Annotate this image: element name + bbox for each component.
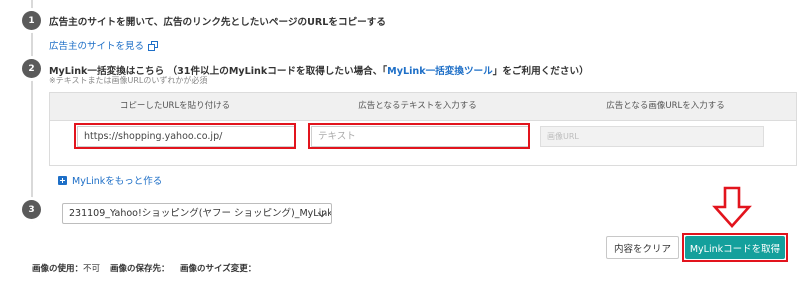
step-1-number: 1 xyxy=(22,11,41,30)
advertiser-site-link[interactable]: 広告主のサイトを見る xyxy=(49,38,159,52)
advertiser-site-link-label: 広告主のサイトを見る xyxy=(49,41,145,52)
down-arrow-icon xyxy=(712,186,752,228)
image-usage: 画像の使用：不可 xyxy=(32,262,100,274)
image-usage-value: 不可 xyxy=(83,264,101,274)
header-image-url: 広告となる画像URLを入力する xyxy=(606,101,725,111)
tracking-name-value: 231109_Yahoo!ショッピング(ヤフー ショッピング)_MyLink xyxy=(69,208,332,219)
step-2-number: 2 xyxy=(22,59,41,78)
clear-button[interactable]: 内容をクリア xyxy=(606,236,679,259)
url-highlight-box xyxy=(74,123,296,149)
more-mylink-label: MyLinkをもっと作る xyxy=(72,176,163,187)
header-url: コピーしたURLを貼り付ける xyxy=(119,101,231,111)
tracking-name-select[interactable]: 231109_Yahoo!ショッピング(ヤフー ショッピング)_MyLink xyxy=(62,203,332,224)
get-mylink-code-button[interactable]: MyLinkコードを取得 xyxy=(685,236,785,259)
image-storage-label: 画像の保存先： xyxy=(110,264,170,274)
image-usage-label: 画像の使用： xyxy=(32,264,84,274)
step-3-number: 3 xyxy=(22,200,41,219)
image-resize-label: 画像のサイズ変更： xyxy=(180,264,257,274)
step-2-heading-suffix: 」をご利用ください） xyxy=(492,66,589,77)
table-header: コピーしたURLを貼り付ける 広告となるテキストを入力する 広告となる画像URL… xyxy=(50,93,796,121)
more-mylink-link[interactable]: MyLinkをもっと作る xyxy=(58,173,162,187)
image-url-input[interactable]: 画像URL xyxy=(540,126,764,147)
header-text: 広告となるテキストを入力する xyxy=(358,101,477,111)
plus-square-icon xyxy=(58,175,67,185)
bulk-convert-tool-link[interactable]: MyLink一括変換ツール xyxy=(387,66,493,77)
text-highlight-box xyxy=(308,123,530,149)
external-link-icon xyxy=(148,40,159,51)
step-rail xyxy=(31,0,33,222)
required-note: ※テキストまたは画像URLのいずれかが必須 xyxy=(49,76,208,85)
step-1-heading: 広告主のサイトを開いて、広告のリンク先としたいページのURLをコピーする xyxy=(49,17,386,28)
